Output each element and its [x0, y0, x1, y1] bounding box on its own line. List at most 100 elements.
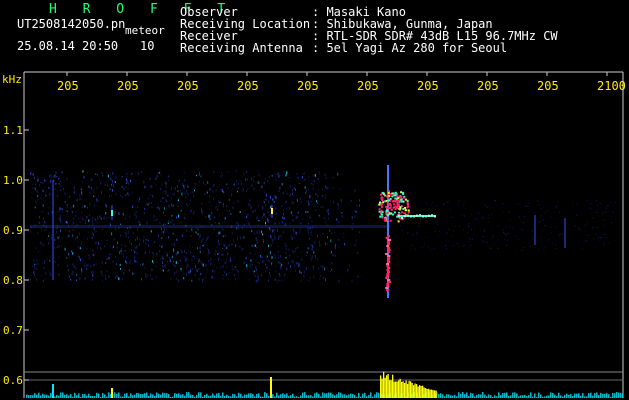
noise-speck: [265, 263, 267, 266]
noise-speck: [121, 244, 123, 246]
noise-speck: [279, 279, 281, 281]
noise-speck: [310, 231, 312, 233]
noise-speck: [218, 231, 220, 235]
noise-speck: [100, 217, 102, 220]
noise-speck: [196, 174, 197, 177]
noise-speck: [613, 239, 615, 241]
noise-speck: [332, 187, 334, 190]
noise-speck: [170, 277, 172, 280]
noise-speck: [352, 222, 354, 225]
noise-speck: [331, 262, 333, 264]
noise-speck: [88, 254, 90, 257]
noise-speck: [587, 223, 588, 225]
noise-speck: [293, 265, 295, 267]
noise-speck: [84, 277, 86, 281]
noise-speck: [456, 204, 458, 206]
meteor-head-pixel: [385, 277, 389, 279]
noise-speck: [574, 225, 576, 227]
noise-speck: [359, 204, 360, 207]
meteor-tail-pixel: [401, 216, 403, 219]
noise-speck: [237, 183, 239, 185]
noise-speck: [127, 233, 129, 235]
noise-speck: [101, 191, 102, 194]
power-noise-bar: [42, 393, 44, 398]
noise-speck: [50, 176, 52, 180]
noise-speck: [101, 273, 103, 277]
noise-speck: [265, 177, 267, 180]
noise-speck: [251, 264, 253, 267]
noise-speck: [187, 193, 189, 196]
noise-speck: [428, 246, 429, 248]
noise-speck: [521, 249, 523, 251]
noise-speck: [215, 250, 217, 253]
power-noise-bar: [516, 393, 518, 398]
meteor-blob-pixel: [400, 195, 403, 198]
noise-speck: [550, 226, 552, 228]
power-noise-bar: [530, 392, 532, 398]
noise-speck: [186, 273, 187, 276]
noise-speck: [343, 236, 345, 239]
noise-speck: [354, 210, 356, 212]
noise-speck: [605, 207, 607, 209]
noise-speck: [92, 271, 94, 274]
noise-speck: [59, 208, 61, 212]
power-noise-bar: [304, 392, 306, 398]
noise-speck: [331, 232, 333, 234]
noise-speck: [316, 202, 318, 204]
power-noise-bar: [524, 394, 526, 398]
noise-speck: [91, 279, 93, 281]
noise-speck: [170, 197, 172, 201]
noise-speck: [209, 218, 211, 220]
noise-speck: [285, 200, 287, 203]
noise-speck: [506, 245, 507, 246]
noise-speck: [227, 187, 229, 189]
noise-speck: [531, 230, 533, 232]
power-noise-bar: [616, 392, 618, 398]
noise-speck: [49, 175, 51, 177]
noise-speck: [308, 203, 310, 206]
noise-speck: [214, 252, 216, 256]
noise-speck: [30, 230, 32, 234]
noise-speck: [241, 249, 243, 251]
noise-speck: [339, 188, 341, 190]
noise-speck: [222, 191, 224, 193]
power-noise-bar: [96, 392, 98, 398]
meteor-blob-pixel: [407, 209, 410, 212]
noise-speck: [233, 239, 234, 242]
noise-speck: [299, 203, 301, 205]
noise-speck: [550, 216, 552, 218]
meteor-blob-pixel: [384, 219, 387, 222]
noise-speck: [51, 234, 52, 237]
noise-speck: [113, 180, 115, 184]
noise-speck: [157, 207, 159, 210]
noise-speck: [504, 233, 506, 235]
noise-speck: [286, 268, 288, 271]
noise-speck: [272, 198, 274, 201]
noise-speck: [213, 197, 214, 200]
noise-speck: [202, 237, 204, 239]
noise-speck: [196, 269, 198, 272]
noise-speck: [37, 198, 39, 200]
meteor-blob-pixel: [396, 215, 399, 218]
noise-speck: [76, 279, 77, 282]
power-noise-bar: [512, 392, 514, 398]
noise-speck: [544, 225, 546, 227]
noise-speck: [89, 203, 91, 206]
noise-speck: [405, 218, 407, 220]
power-noise-bar: [368, 395, 370, 398]
noise-speck: [486, 207, 488, 209]
noise-speck: [249, 199, 251, 202]
noise-speck: [312, 255, 314, 259]
noise-speck: [47, 212, 49, 215]
power-noise-bar: [76, 395, 78, 398]
noise-speck: [359, 199, 361, 202]
noise-speck: [105, 274, 106, 277]
noise-speck: [409, 247, 411, 249]
noise-speck: [120, 247, 122, 251]
meteor-blob-pixel: [400, 191, 403, 194]
noise-speck: [175, 261, 177, 264]
noise-speck: [171, 255, 173, 259]
noise-speck: [35, 200, 37, 204]
meteor-power-bar: [380, 375, 382, 398]
power-spike: [270, 377, 272, 398]
